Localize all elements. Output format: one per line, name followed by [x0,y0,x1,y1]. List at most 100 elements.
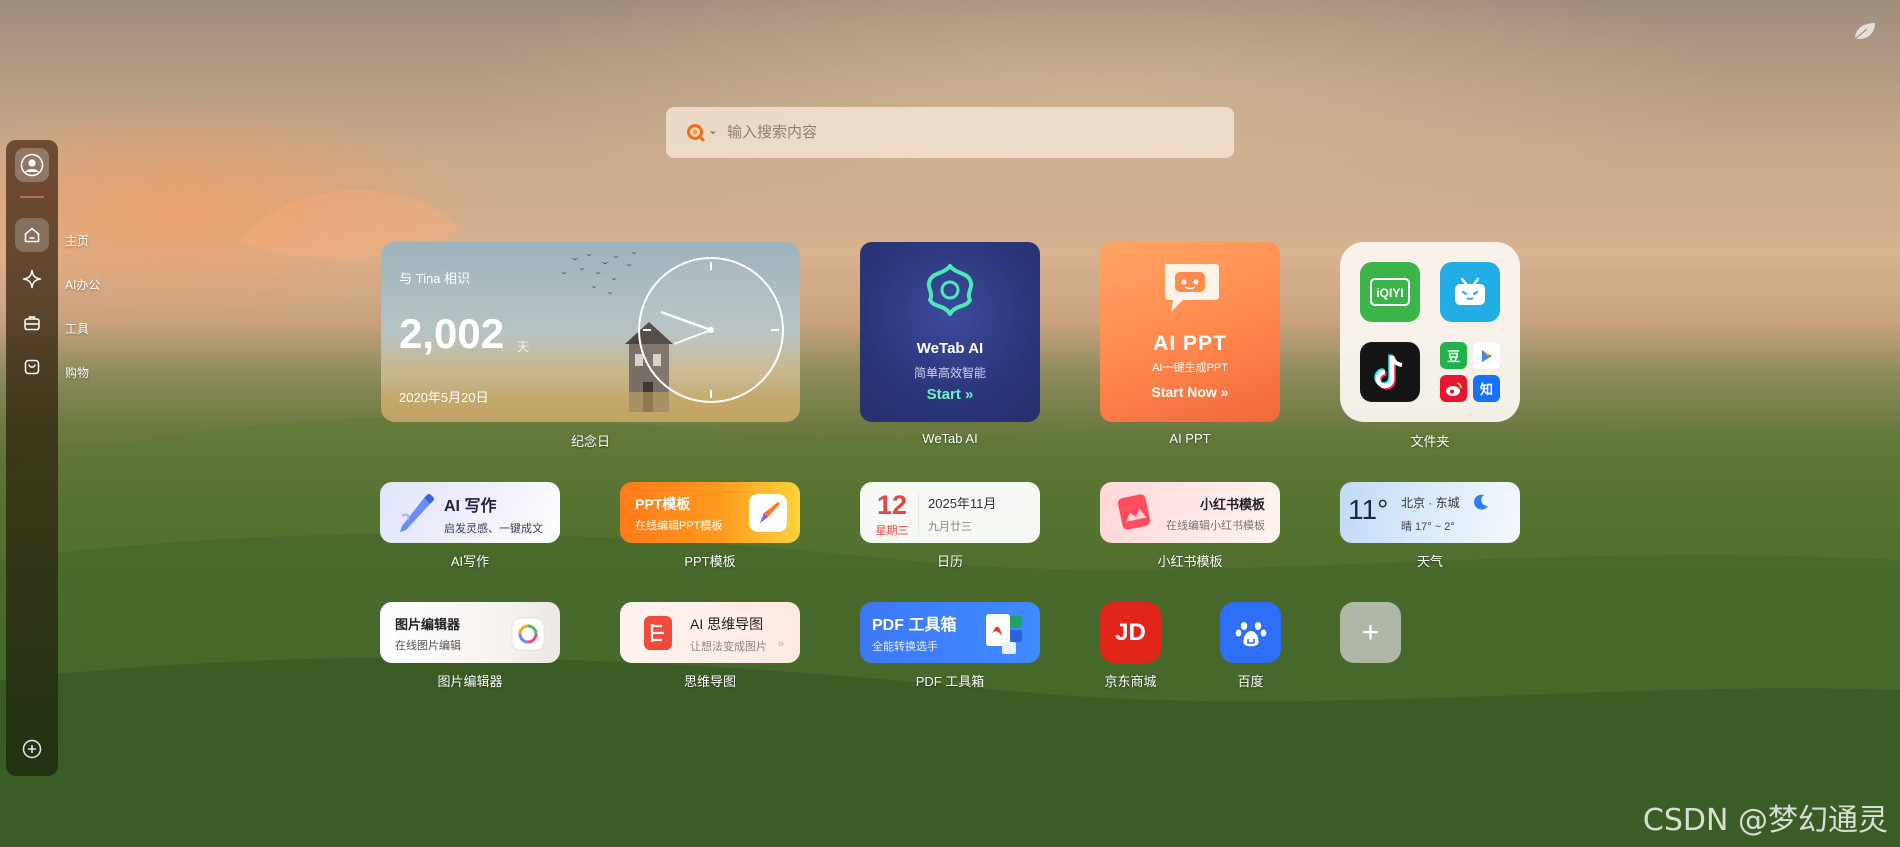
calendar-widget[interactable]: 12 星期三 2025年11月 九月廿三 [860,482,1040,543]
ai-write-widget[interactable]: AI 写作 启发灵感、一键成文 [380,482,560,543]
folder-caption: 文件夹 [1410,434,1450,449]
ppt-template-caption: PPT模板 [684,554,736,569]
home-icon [24,227,40,243]
calendar-divider [918,492,919,534]
ai-ppt-name: AI PPT [1153,332,1227,355]
wetab-ai-caption: WeTab AI [922,431,978,446]
xhs-template-name: 小红书模板 [1199,497,1265,512]
sparkle-icon [22,269,42,289]
mindmap-more-arrow: » [778,638,785,650]
tiktok-icon [1374,354,1403,390]
mindmap-name: AI 思维导图 [690,616,764,632]
sidebar-label-home[interactable]: 主页 [65,232,89,249]
mindmap-widget[interactable]: AI 思维导图 让想法变成图片 » [620,602,800,663]
weather-widget[interactable]: 11° 北京 · 东城 晴 17° ~ 2° [1340,482,1520,543]
ai-ppt-slogan: AI一键生成PPT [1152,362,1228,374]
photo-card-icon [1117,494,1151,530]
ppt-template-slogan: 在线编辑PPT模板 [635,520,723,532]
sidebar [6,140,58,776]
search-bar [666,107,1234,158]
ai-ppt-caption: AI PPT [1169,431,1211,446]
wetab-ai-widget[interactable]: WeTab AI 简单高效智能 Start » [860,242,1040,422]
ai-ppt-robot-icon [1165,264,1219,312]
search-engine-selector[interactable] [686,123,717,143]
wetab-ai-logo-icon [926,264,974,316]
sidebar-label-tools[interactable]: 工具 [65,320,89,337]
anniversary-widget[interactable]: 与 Tina 相识 2,002 天 2020年5月20日 [381,242,800,422]
image-editor-slogan: 在线图片编辑 [395,640,461,652]
play-store-icon [1481,349,1492,362]
bilibili-app[interactable] [1440,262,1500,322]
search-engine-icon [687,123,705,141]
pdf-files-icon [986,614,1022,654]
ai-write-slogan: 启发灵感、一键成文 [444,523,543,535]
ai-write-name: AI 写作 [444,498,497,515]
anniversary-title: 与 Tina 相识 [399,271,471,286]
tiktok-app[interactable] [1360,342,1420,402]
xhs-template-caption: 小红书模板 [1157,554,1223,569]
plus-icon: + [1361,615,1380,649]
sidebar-divider [20,196,44,198]
moon-icon [1474,494,1488,510]
image-editor-widget[interactable]: 图片编辑器 在线图片编辑 [380,602,560,663]
sidebar-label-ai-office[interactable]: AI办公 [65,276,100,293]
jd-app[interactable]: JD [1100,602,1161,663]
sidebar-item-tools[interactable] [15,306,49,340]
ai-ppt-start-button[interactable]: Start Now » [1100,384,1280,400]
pdf-tool-widget[interactable]: PDF 工具箱 全能转换选手 [860,602,1040,663]
xhs-template-widget[interactable]: 小红书模板 在线编辑小红书模板 [1100,482,1280,543]
ppt-brush-icon [749,494,787,532]
pen-icon [400,494,434,532]
ai-write-caption: AI写作 [450,554,490,569]
toolbox-icon [24,316,40,331]
ppt-template-name: PPT模板 [635,496,691,512]
sidebar-label-shopping[interactable]: 购物 [65,364,89,381]
baidu-app[interactable] [1220,602,1281,663]
weibo-icon [1445,381,1462,396]
image-editor-caption: 图片编辑器 [437,674,503,689]
iqiyi-icon: iQIYI [1370,278,1410,306]
sidebar-item-home[interactable] [15,218,49,252]
mindmap-caption: 思维导图 [683,674,736,689]
user-icon [20,153,44,177]
wetab-ai-start-button[interactable]: Start » [860,386,1040,403]
mindmap-icon [644,616,672,650]
calendar-day: 12 [876,490,908,520]
iqiyi-app[interactable]: iQIYI [1360,262,1420,322]
watermark: CSDN @梦幻通灵 [1642,803,1888,838]
avatar[interactable] [15,148,49,182]
anniversary-caption: 纪念日 [570,434,610,449]
weather-temperature: 11° [1348,494,1389,525]
ai-ppt-widget[interactable]: AI PPT AI一键生成PPT Start Now » [1100,242,1280,422]
baidu-caption: 百度 [1237,674,1264,689]
image-editor-name: 图片编辑器 [395,617,461,632]
leaf-icon[interactable] [1852,20,1878,42]
plus-circle-icon [22,739,42,759]
jd-logo: JD [1115,618,1146,646]
calendar-lunar-date: 九月廿三 [928,521,972,533]
color-palette-icon [511,617,545,651]
anniversary-date: 2020年5月20日 [399,390,489,405]
add-app-button[interactable]: + [1340,602,1401,663]
chevron-down-icon [710,131,716,134]
zhihu-app[interactable]: 知 [1473,375,1500,402]
pdf-tool-name: PDF 工具箱 [872,617,957,634]
add-group-button[interactable] [21,738,43,760]
pdf-tool-slogan: 全能转换选手 [872,641,938,653]
folder-widget[interactable]: iQIYI 豆 知 [1340,242,1520,422]
search-input[interactable] [727,124,1207,141]
shopping-bag-icon [24,359,40,375]
sidebar-item-ai-office[interactable] [15,262,49,296]
google-play-app[interactable] [1473,342,1500,369]
weather-range: 晴 17° ~ 2° [1401,521,1455,533]
mindmap-slogan: 让想法变成图片 [690,641,767,653]
anniversary-day-unit: 天 [517,340,530,354]
douban-app[interactable]: 豆 [1440,342,1467,369]
clock-icon [638,257,784,403]
anniversary-day-count: 2,002 [399,310,505,357]
wetab-ai-slogan: 简单高效智能 [913,366,986,380]
pdf-tool-caption: PDF 工具箱 [915,674,985,689]
sidebar-item-shopping[interactable] [15,350,49,384]
weibo-app[interactable] [1440,375,1467,402]
ppt-template-widget[interactable]: PPT模板 在线编辑PPT模板 [620,482,800,543]
